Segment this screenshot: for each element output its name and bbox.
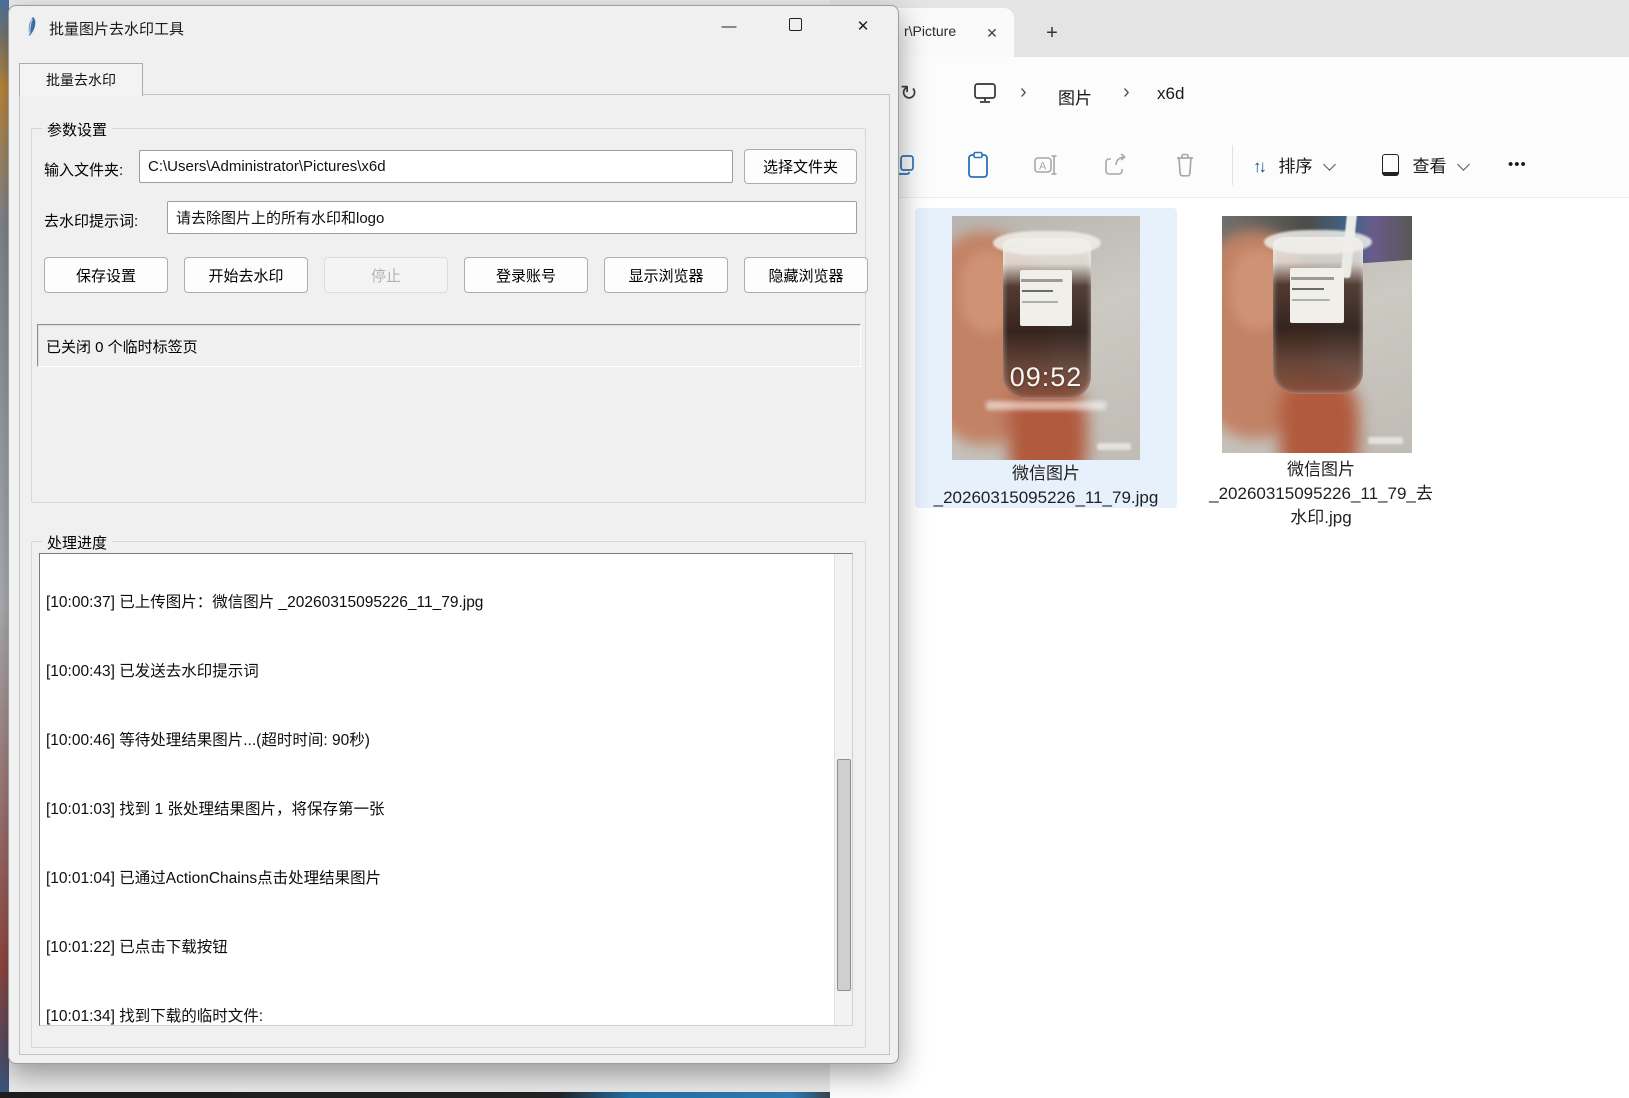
show-browser-button[interactable]: 显示浏览器: [604, 257, 728, 293]
refresh-icon[interactable]: ↻: [900, 81, 918, 106]
progress-log-text: [10:00:37] 已上传图片：微信图片 _20260315095226_11…: [46, 553, 828, 1026]
file-name-line: 微信图片: [1205, 458, 1437, 482]
chevron-down-icon: [1457, 158, 1470, 171]
rename-icon[interactable]: A: [1033, 153, 1059, 182]
delete-icon[interactable]: [1173, 152, 1197, 183]
log-scrollbar-thumb[interactable]: [837, 759, 851, 991]
photo-watermark: [1097, 443, 1131, 450]
taskbar-sliver: [0, 1092, 900, 1098]
progress-group: 处理进度 [10:00:37] 已上传图片：微信图片 _202603150952…: [31, 541, 866, 1048]
choose-folder-button[interactable]: 选择文件夹: [744, 149, 857, 184]
input-folder-label: 输入文件夹:: [44, 159, 123, 180]
prompt-field[interactable]: [167, 201, 857, 234]
breadcrumb-x6d[interactable]: x6d: [1157, 84, 1184, 104]
toolbar-divider: [1232, 145, 1233, 185]
sort-label: 排序: [1278, 157, 1312, 176]
file-name: 微信图片 _20260315095226_11_79_去 水印.jpg: [1205, 458, 1437, 530]
breadcrumb-pictures[interactable]: 图片: [1058, 84, 1092, 109]
file-explorer-window: r\Picture ✕ + ↻ › 图片 › x6d A: [830, 0, 1629, 1098]
maximize-button[interactable]: [772, 12, 818, 42]
explorer-address-bar: ↻ › 图片 › x6d: [830, 57, 1629, 133]
view-label: 查看: [1412, 157, 1446, 176]
sort-button[interactable]: ↑↓ 排序: [1253, 152, 1334, 177]
file-thumbnail-1: 09:52: [952, 216, 1140, 460]
log-line: [10:01:03] 找到 1 张处理结果图片，将保存第一张: [46, 798, 828, 821]
login-account-button[interactable]: 登录账号: [464, 257, 588, 293]
status-panel: 已关闭 0 个临时标签页: [37, 324, 861, 367]
prompt-label: 去水印提示词:: [44, 210, 138, 231]
photo-label: [1020, 270, 1073, 326]
explorer-content: 09:52 微信图片 _20260315095226_11_79.jpg: [830, 198, 1629, 1098]
input-folder-field[interactable]: [139, 150, 733, 183]
file-name-line: 微信图片: [915, 462, 1177, 486]
photo-lockscreen-time: 09:52: [952, 362, 1140, 393]
svg-text:A: A: [1039, 161, 1047, 173]
minimize-button[interactable]: —: [706, 12, 752, 42]
file-thumbnail-2: [1222, 216, 1412, 453]
app-titlebar[interactable]: 批量图片去水印工具 — ✕: [9, 6, 898, 48]
file-name: 微信图片 _20260315095226_11_79.jpg: [915, 462, 1177, 510]
paste-icon[interactable]: [965, 151, 991, 184]
screen: r\Picture ✕ + ↻ › 图片 › x6d A: [0, 0, 1629, 1098]
file-name-line: 水印.jpg: [1205, 506, 1437, 530]
maximize-icon: [789, 18, 802, 31]
explorer-tab-title: r\Picture: [904, 23, 976, 39]
log-line: [10:01:04] 已通过ActionChains点击处理结果图片: [46, 867, 828, 890]
progress-log[interactable]: [10:00:37] 已上传图片：微信图片 _20260315095226_11…: [39, 553, 853, 1026]
tab-close-icon[interactable]: ✕: [980, 21, 1004, 45]
log-line: [10:01:34] 找到下载的临时文件:: [46, 1005, 828, 1026]
explorer-command-bar: A ↑↓ 排序 查看 •••: [830, 133, 1629, 198]
file-tile-2[interactable]: 微信图片 _20260315095226_11_79_去 水印.jpg: [1205, 208, 1437, 538]
params-group: 参数设置 输入文件夹: 选择文件夹 去水印提示词: 保存设置 开始去水印 停止 …: [31, 128, 866, 503]
save-settings-button[interactable]: 保存设置: [44, 257, 168, 293]
tab-batch-remove[interactable]: 批量去水印: [19, 63, 143, 96]
photo-label: [1290, 268, 1343, 323]
start-removal-button[interactable]: 开始去水印: [184, 257, 308, 293]
watermark-tool-window: 批量图片去水印工具 — ✕ 批量去水印 参数设置 输入文件夹: 选择文件夹 去水…: [8, 5, 899, 1064]
file-tile-1[interactable]: 09:52 微信图片 _20260315095226_11_79.jpg: [915, 208, 1177, 508]
sort-arrows-icon: ↑↓: [1253, 157, 1264, 176]
file-name-line: _20260315095226_11_79_去: [1205, 482, 1437, 506]
log-line: [10:01:22] 已点击下载按钮: [46, 936, 828, 959]
more-options-icon[interactable]: •••: [1508, 156, 1527, 173]
status-text: 已关闭 0 个临时标签页: [46, 336, 198, 357]
progress-group-label: 处理进度: [42, 532, 112, 553]
photo-lid: [1264, 230, 1372, 254]
log-line: [10:00:37] 已上传图片：微信图片 _20260315095226_11…: [46, 591, 828, 614]
app-title: 批量图片去水印工具: [49, 18, 184, 39]
share-icon[interactable]: [1103, 153, 1129, 182]
close-button[interactable]: ✕: [840, 12, 886, 42]
file-name-line: _20260315095226_11_79.jpg: [915, 486, 1177, 510]
app-icon: [22, 16, 42, 43]
stop-button: 停止: [324, 257, 448, 293]
log-line: [10:00:46] 等待处理结果图片...(超时时间: 90秒): [46, 729, 828, 752]
photo-watermark: [1368, 437, 1402, 444]
this-pc-icon[interactable]: [972, 80, 998, 111]
explorer-tab-bar: r\Picture ✕ +: [830, 0, 1629, 57]
photo-date-blur: [986, 401, 1106, 410]
breadcrumb-separator-icon: ›: [1020, 81, 1027, 104]
photo-lid: [993, 231, 1100, 255]
chevron-down-icon: [1323, 158, 1336, 171]
view-button[interactable]: 查看: [1382, 152, 1468, 181]
log-line: [10:00:43] 已发送去水印提示词: [46, 660, 828, 683]
log-scrollbar[interactable]: [834, 554, 852, 1025]
view-icon: [1382, 154, 1399, 176]
hide-browser-button[interactable]: 隐藏浏览器: [744, 257, 868, 293]
params-group-label: 参数设置: [42, 119, 112, 140]
breadcrumb-separator-icon: ›: [1123, 81, 1130, 104]
new-tab-button[interactable]: +: [1038, 22, 1066, 46]
